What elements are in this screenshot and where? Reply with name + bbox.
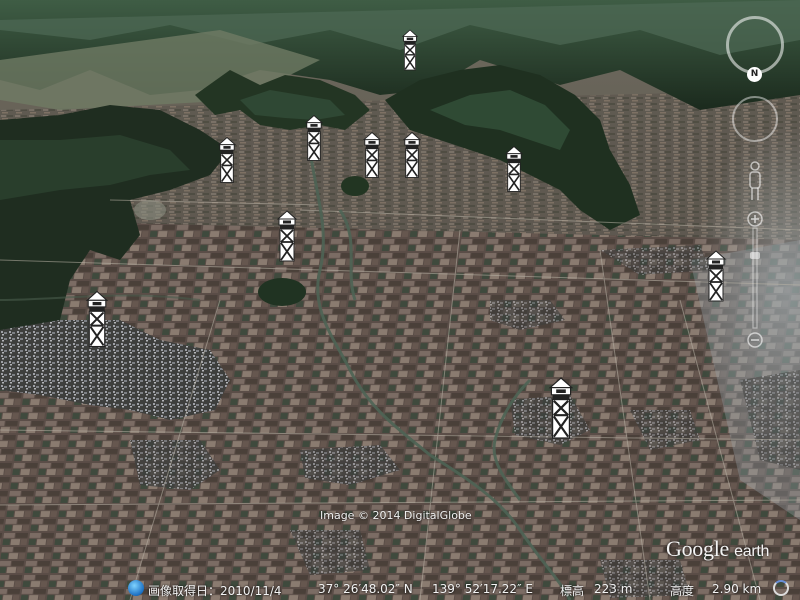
compass-ring-icon[interactable]: N	[726, 16, 784, 82]
latitude-readout: 37° 26′48.02″ N	[318, 582, 413, 596]
watchtower-icon	[504, 145, 524, 192]
status-bar: 画像取得日：2010/11/4 37° 26′48.02″ N 139° 52′…	[0, 578, 800, 600]
google-earth-logo: Google earth	[666, 536, 769, 562]
elevation-value: 223 m	[594, 582, 633, 596]
tower-marker[interactable]	[548, 377, 574, 439]
compass-north-label[interactable]: N	[747, 67, 762, 82]
longitude-readout: 139° 52′17.22″ E	[432, 582, 533, 596]
watchtower-icon	[304, 114, 324, 161]
tower-marker[interactable]	[362, 131, 382, 179]
tower-marker[interactable]	[402, 131, 422, 179]
watchtower-icon	[85, 290, 109, 348]
watchtower-icon	[362, 131, 382, 178]
altitude-label: 高度	[670, 584, 695, 598]
navigation-controls[interactable]: N	[716, 10, 792, 350]
look-joystick-icon[interactable]	[732, 96, 778, 142]
tower-marker[interactable]	[85, 290, 109, 348]
watchtower-icon	[402, 131, 422, 178]
tower-marker[interactable]	[276, 210, 298, 262]
tower-marker[interactable]	[304, 114, 324, 162]
logo-suffix: earth	[734, 543, 770, 560]
watchtower-icon	[401, 29, 419, 71]
tower-marker[interactable]	[401, 29, 419, 71]
imagery-attribution: Image © 2014 DigitalGlobe	[320, 509, 472, 522]
logo-text: Google	[666, 536, 729, 561]
watchtower-icon	[548, 377, 574, 439]
watchtower-icon	[276, 210, 298, 262]
tower-marker[interactable]	[217, 136, 237, 184]
watchtower-icon	[217, 136, 237, 183]
loading-spinner-icon	[773, 580, 789, 596]
zoom-slider[interactable]	[746, 210, 764, 350]
altitude-value: 2.90 km	[712, 582, 762, 596]
tower-marker[interactable]	[504, 145, 524, 193]
globe-icon	[128, 580, 144, 596]
imagery-date: 画像取得日：2010/11/4	[148, 584, 282, 598]
elevation-label: 標高	[560, 584, 585, 598]
earth-view[interactable]: N Image © 2014 DigitalGlobe Google earth…	[0, 0, 800, 600]
street-view-person-icon[interactable]	[746, 160, 764, 204]
